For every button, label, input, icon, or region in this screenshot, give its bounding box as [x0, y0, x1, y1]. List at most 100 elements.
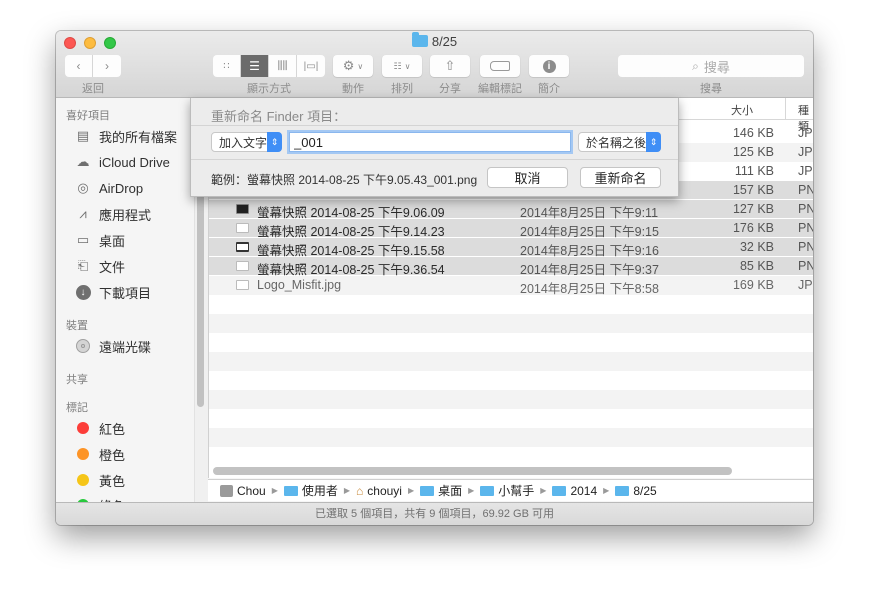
sidebar-item-tag-yellow[interactable]: 黃色 [74, 470, 125, 490]
sidebar-header-tags: 標記 [66, 402, 88, 414]
desktop-folder-icon [420, 485, 435, 496]
rename-button[interactable]: 重新命名 [580, 167, 661, 188]
path-item-desktop[interactable]: 桌面 [420, 482, 462, 499]
file-row[interactable]: Logo_Misfit.jpg 2014年8月25日 下午8:58 169 KB… [209, 276, 813, 296]
icon-view-button[interactable]: ∷ [213, 55, 241, 77]
list-icon: ☰ [249, 59, 260, 73]
file-row-selected[interactable]: 螢幕快照 2014-08-25 下午9.14.23 2014年8月25日 下午9… [209, 219, 813, 239]
cover-flow-icon: |▭| [303, 60, 319, 72]
sidebar-item-tag-orange[interactable]: 橙色 [74, 444, 125, 464]
sidebar-item-airdrop[interactable]: ◎ AirDrop [74, 178, 143, 198]
path-item-helper[interactable]: 小幫手 [480, 482, 534, 499]
folder-icon [552, 485, 567, 496]
window-title-text: 8/25 [431, 34, 458, 49]
sidebar-item-label: 桌面 [99, 233, 126, 249]
path-item-825[interactable]: 8/25 [615, 484, 657, 498]
path-arrow-icon: ▶ [343, 486, 351, 495]
rename-sheet-title: 重新命名 Finder 項目： [211, 109, 347, 124]
edit-tags-button[interactable] [480, 55, 520, 77]
image-thumbnail-icon [236, 242, 249, 252]
forward-button[interactable]: › [93, 55, 121, 77]
sidebar-item-label: 文件 [99, 259, 126, 275]
sidebar-item-desktop[interactable]: ▭ 桌面 [74, 230, 125, 250]
up-down-chevron-icon: ⇕ [267, 132, 282, 152]
rename-position-value: 於名稱之後 [586, 135, 647, 150]
info-button[interactable]: i [529, 55, 569, 77]
column-view-button[interactable]: ⫼⫼ [269, 55, 297, 77]
back-label: 返回 [82, 83, 104, 95]
chevron-down-icon: ∨ [357, 61, 364, 71]
search-field[interactable]: ⌕ 搜尋 [618, 55, 804, 77]
sidebar-item-tag-green[interactable]: 綠色 [74, 495, 125, 502]
path-arrow-icon: ▶ [603, 486, 610, 495]
file-kind: PN [798, 202, 813, 216]
users-folder-icon [283, 485, 298, 496]
divider [191, 125, 678, 126]
action-button[interactable]: ⚙ ∨ [333, 55, 373, 77]
columns-icon: ⫼⫼ [277, 59, 288, 72]
sidebar-item-label: iCloud Drive [99, 154, 170, 170]
file-row-selected[interactable]: 螢幕快照 2014-08-25 下午9.06.09 2014年8月25日 下午9… [209, 200, 813, 220]
path-item-users[interactable]: 使用者 [283, 482, 338, 499]
file-kind: PN [798, 240, 813, 254]
sidebar-item-all-files[interactable]: ▤ 我的所有檔案 [74, 126, 177, 146]
sidebar-item-documents[interactable]: ⎗ 文件 [74, 256, 125, 276]
sidebar-item-remote-disc[interactable]: 遠端光碟 [74, 336, 151, 356]
info-icon: i [542, 59, 556, 73]
cloud-icon: ☁ [76, 154, 90, 169]
tag-icon [490, 61, 510, 71]
sidebar-header-favorites: 喜好項目 [66, 110, 110, 122]
image-thumbnail-icon [236, 261, 249, 271]
folder-icon [615, 485, 630, 496]
rename-position-popup[interactable]: 於名稱之後 ⇕ [578, 132, 661, 152]
chevron-down-icon: ∨ [404, 61, 411, 71]
path-item-home[interactable]: ⌂ chouyi [356, 484, 402, 498]
tag-red-dot-icon [74, 419, 92, 437]
gear-icon: ⚙ [342, 58, 355, 73]
chevron-left-icon: ‹ [76, 59, 81, 73]
arrange-label: 排列 [391, 83, 413, 95]
path-item-chou[interactable]: Chou [220, 484, 266, 498]
sidebar-item-tag-red[interactable]: 紅色 [74, 418, 125, 438]
cancel-button[interactable]: 取消 [487, 167, 568, 188]
divider [191, 159, 678, 160]
path-arrow-icon: ▶ [468, 486, 475, 495]
file-date: 2014年8月25日 下午8:58 [520, 282, 659, 296]
column-size[interactable]: 大小 [731, 102, 753, 118]
image-thumbnail-icon [236, 280, 249, 290]
sidebar-item-label: 紅色 [99, 421, 126, 437]
share-icon: ⇧ [444, 58, 456, 73]
folder-icon [411, 32, 428, 47]
path-item-label: 使用者 [301, 484, 338, 498]
rename-text-input[interactable] [289, 132, 571, 152]
arrange-button[interactable]: ☷ ∨ [382, 55, 422, 77]
horizontal-scrollbar[interactable] [213, 467, 732, 475]
cover-flow-button[interactable]: |▭| [297, 55, 325, 77]
sidebar-item-label: 應用程式 [99, 207, 152, 223]
rename-mode-popup[interactable]: 加入文字 ⇕ [211, 132, 282, 152]
list-view-button[interactable]: ☰ [241, 55, 269, 77]
empty-row [209, 352, 813, 371]
file-size: 85 KB [739, 259, 774, 273]
file-row-selected[interactable]: 螢幕快照 2014-08-25 下午9.36.54 2014年8月25日 下午9… [209, 257, 813, 277]
back-button[interactable]: ‹ [65, 55, 93, 77]
grid-icon: ∷ [223, 60, 230, 72]
path-item-label: Chou [237, 483, 266, 498]
file-kind: PN [798, 259, 813, 273]
path-item-2014[interactable]: 2014 [552, 484, 597, 498]
file-row-selected[interactable]: 螢幕快照 2014-08-25 下午9.15.58 2014年8月25日 下午9… [209, 238, 813, 258]
image-thumbnail-icon [236, 204, 249, 214]
file-kind: PN [798, 221, 813, 235]
sidebar-header-devices: 裝置 [66, 320, 88, 332]
share-button[interactable]: ⇧ [430, 55, 470, 77]
column-divider [785, 98, 786, 119]
downloads-icon: ↓ [74, 283, 92, 301]
sidebar-item-icloud-drive[interactable]: ☁ iCloud Drive [74, 152, 170, 172]
hard-drive-icon [220, 484, 233, 497]
file-size: 32 KB [739, 240, 774, 254]
sidebar-item-downloads[interactable]: ↓ 下載項目 [74, 282, 151, 302]
view-label: 顯示方式 [247, 83, 291, 95]
rename-mode-value: 加入文字 [219, 135, 268, 150]
sidebar-item-applications[interactable]: ⩘ 應用程式 [74, 204, 151, 224]
search-icon: ⌕ [692, 58, 699, 73]
